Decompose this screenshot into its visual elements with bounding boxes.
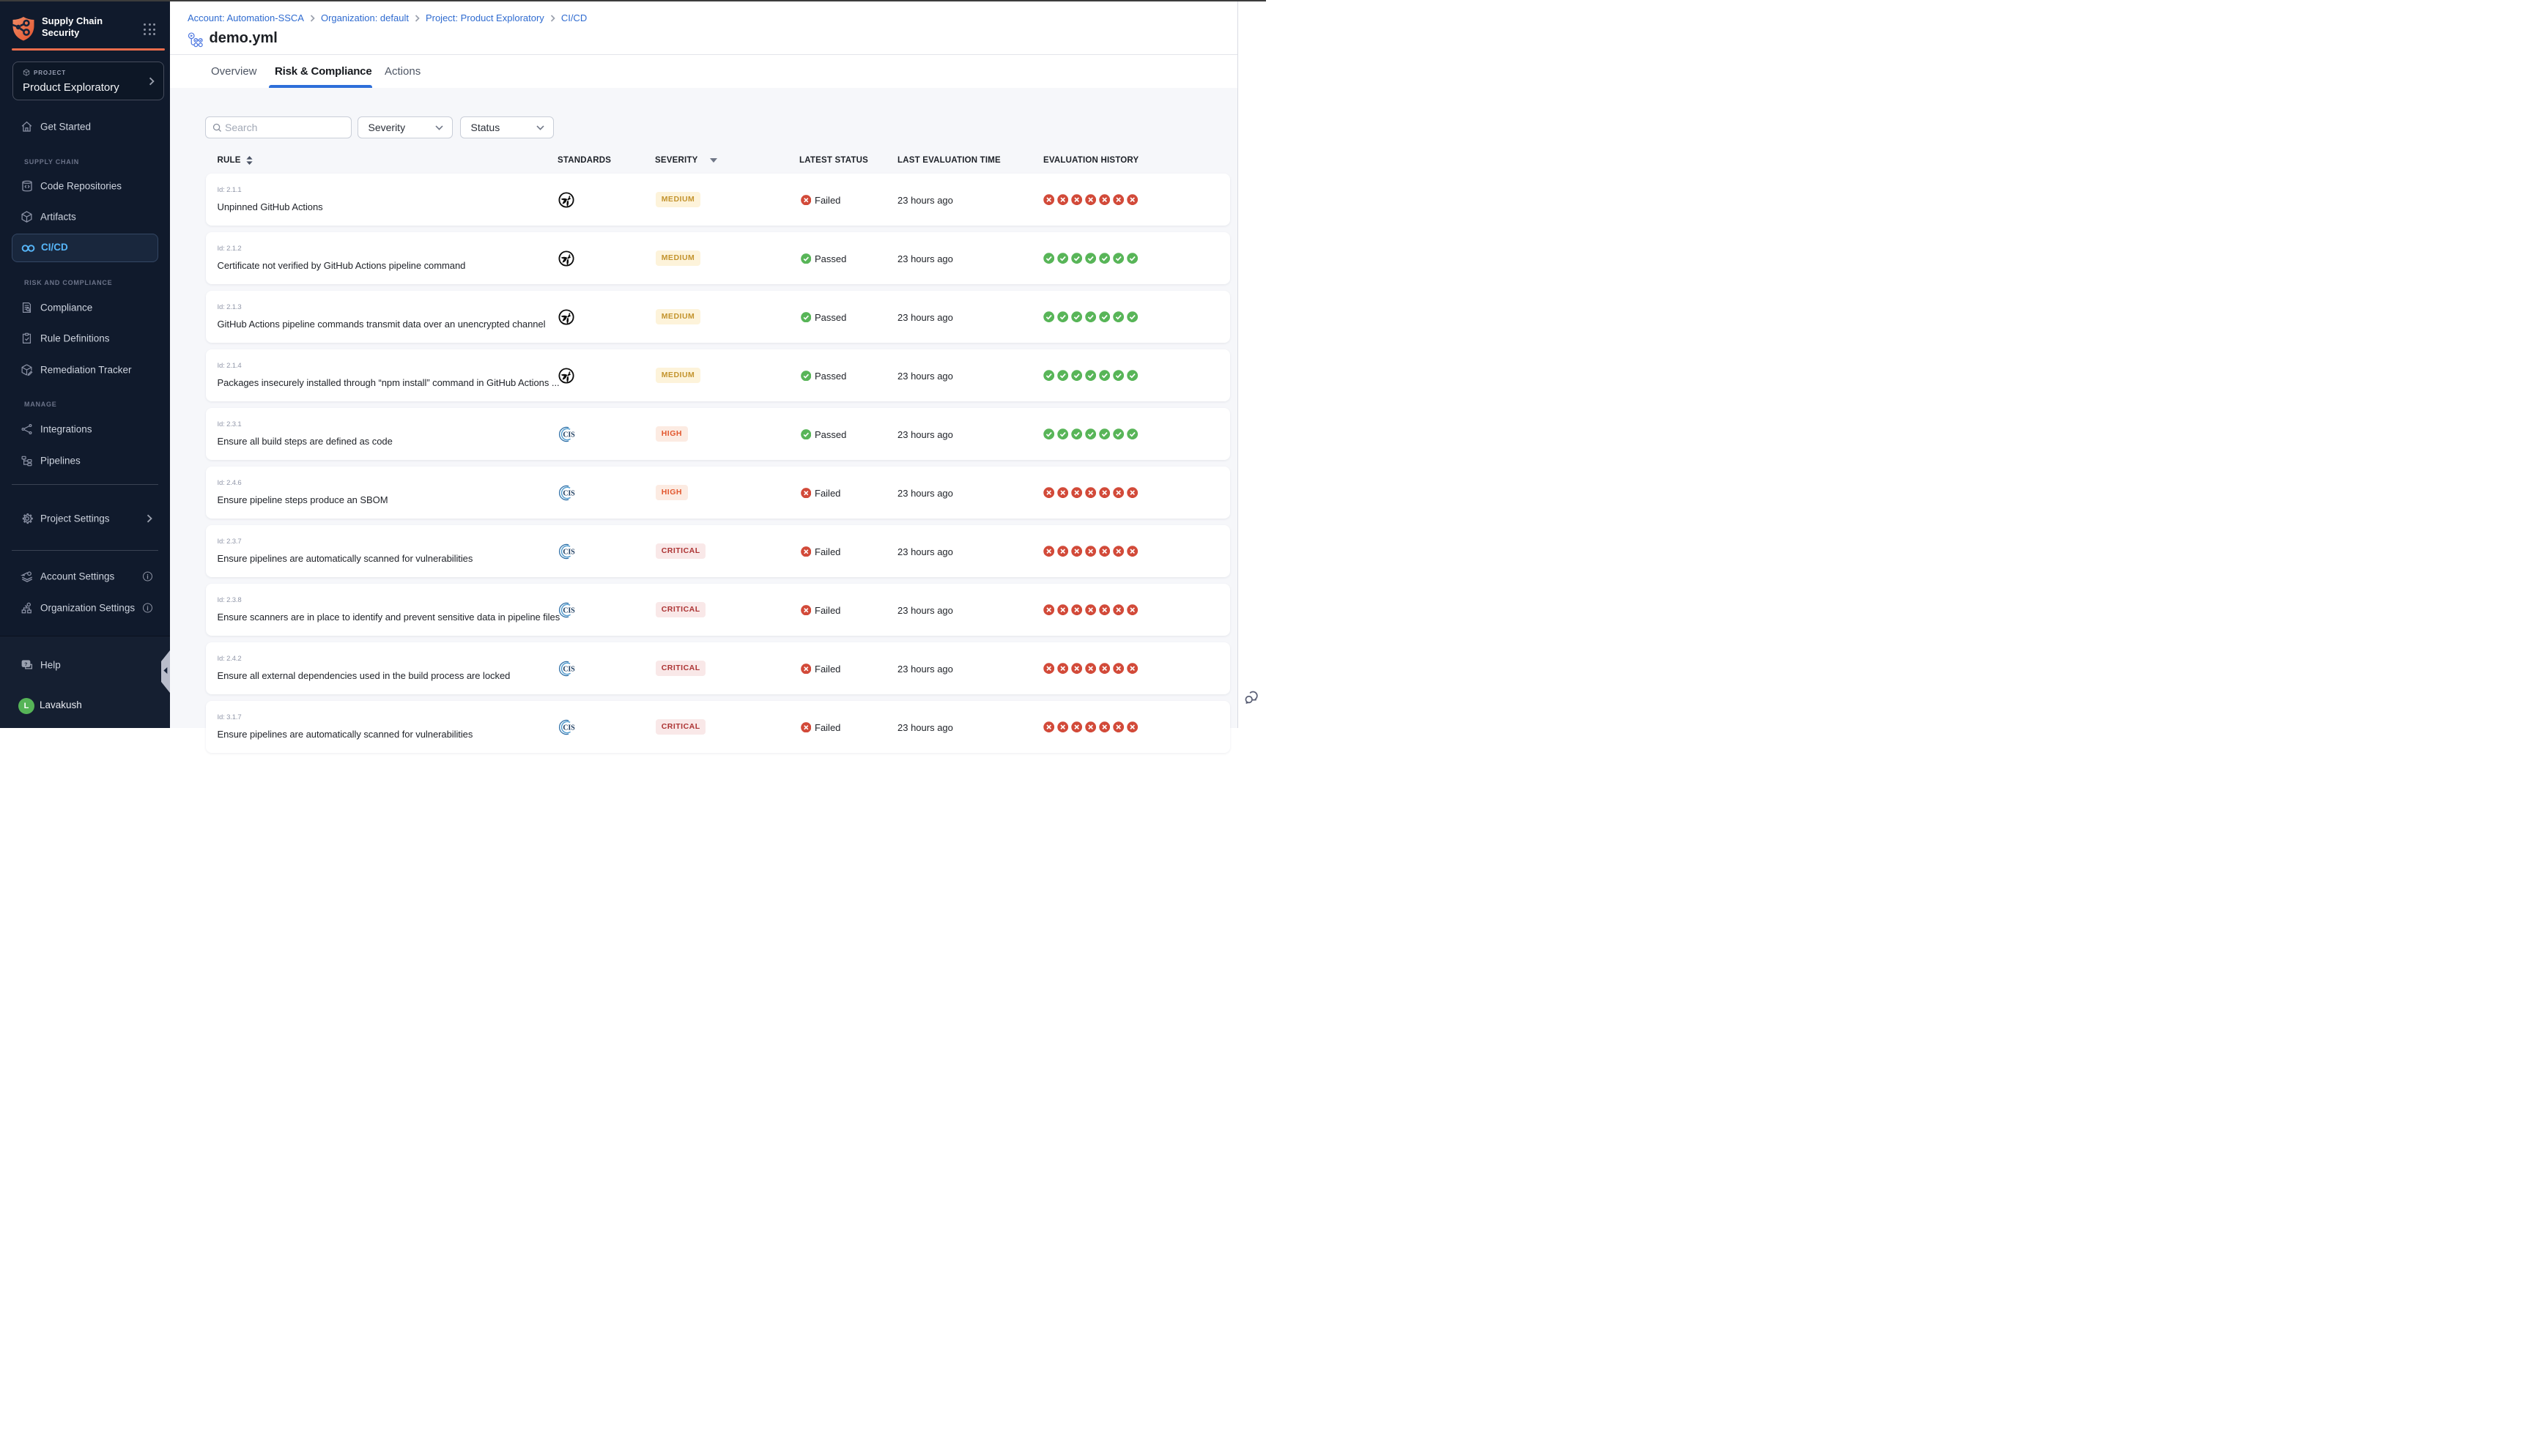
- svg-text:CIS: CIS: [563, 431, 575, 439]
- svg-text:CIS: CIS: [563, 548, 575, 556]
- svg-text:CIS: CIS: [563, 489, 575, 497]
- svg-text:CIS: CIS: [563, 606, 575, 614]
- svg-text:CIS: CIS: [563, 724, 575, 732]
- svg-text:?: ?: [24, 662, 27, 667]
- svg-text:CIS: CIS: [563, 665, 575, 673]
